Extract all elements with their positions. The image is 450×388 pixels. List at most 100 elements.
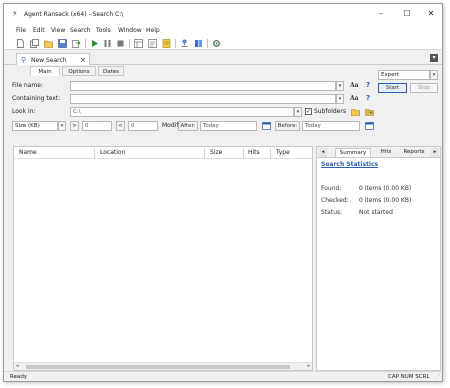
- column-header-type[interactable]: Type: [276, 149, 290, 156]
- book-icon[interactable]: [194, 39, 203, 48]
- menu-edit[interactable]: Edit: [33, 27, 45, 34]
- tab-options[interactable]: Options: [62, 66, 96, 76]
- preview-icon[interactable]: [148, 39, 157, 48]
- chevron-right-icon[interactable]: ▸: [431, 148, 439, 157]
- found-value: 0 items (0.00 KB): [359, 185, 412, 192]
- start-button[interactable]: Start: [378, 83, 407, 93]
- search-mode-panel: Expert ▾ Start Stop: [378, 66, 442, 96]
- status-value: Not started: [359, 209, 393, 216]
- app-logo-icon: ⚡: [12, 9, 18, 18]
- column-header-name[interactable]: Name: [19, 149, 37, 156]
- column-header-location[interactable]: Location: [100, 149, 125, 156]
- tab-main[interactable]: Main: [30, 66, 60, 76]
- pause-icon[interactable]: [103, 39, 112, 48]
- tab-hits[interactable]: Hits: [375, 148, 397, 157]
- title-bar: ⚡ Agent Ransack (x64) - Search C:\ – ☐ ✕: [4, 4, 442, 24]
- menu-view[interactable]: View: [51, 27, 65, 34]
- tab-summary[interactable]: Summary: [335, 148, 371, 157]
- options-icon[interactable]: [212, 39, 221, 48]
- chevron-down-icon[interactable]: ▾: [336, 94, 344, 104]
- save-icon[interactable]: [58, 39, 67, 48]
- resize-grip-icon[interactable]: ⋰: [434, 374, 440, 381]
- size-to-input[interactable]: 0: [128, 121, 158, 131]
- chevron-left-icon[interactable]: ◂: [319, 148, 327, 157]
- search-criteria-panel: Main Options Dates File name: ▾ Aa ? Con…: [12, 65, 376, 138]
- toolbar-separator: [129, 39, 130, 48]
- help-icon[interactable]: ?: [366, 81, 370, 89]
- report-icon[interactable]: [162, 39, 171, 48]
- size-operator-less[interactable]: <: [116, 121, 125, 131]
- size-from-input[interactable]: 0: [82, 121, 112, 131]
- results-list[interactable]: Name Location Size Hits Type ◂ ▸: [13, 146, 313, 371]
- help-icon[interactable]: ?: [366, 94, 370, 102]
- column-divider[interactable]: [204, 148, 205, 158]
- browse-folder-icon[interactable]: [351, 108, 360, 116]
- mode-select[interactable]: Expert: [378, 70, 430, 80]
- checked-value: 0 items (0.00 KB): [359, 197, 412, 204]
- file-name-label: File name:: [12, 82, 43, 89]
- match-case-button[interactable]: Aa: [350, 82, 359, 89]
- containing-text-input[interactable]: [70, 94, 336, 104]
- close-tab-icon[interactable]: ×: [80, 56, 86, 64]
- toolbar: [4, 36, 442, 50]
- status-bar: Ready CAP NUM SCRL ⋰: [4, 371, 442, 381]
- chevron-down-icon[interactable]: ▾: [294, 107, 302, 117]
- subfolders-label: Subfolders: [314, 108, 346, 115]
- status-ready-text: Ready: [10, 374, 28, 380]
- document-tab-strip: ⚲ New Search × ▾: [4, 51, 442, 65]
- menu-file[interactable]: File: [16, 27, 26, 34]
- play-icon[interactable]: [90, 39, 99, 48]
- chevron-down-icon[interactable]: ▾: [430, 70, 438, 80]
- toolbar-separator: [85, 39, 86, 48]
- toolbar-separator: [207, 39, 208, 48]
- close-button[interactable]: ✕: [424, 8, 438, 20]
- scroll-right-icon[interactable]: ▸: [307, 363, 310, 369]
- menu-help[interactable]: Help: [146, 27, 160, 34]
- window-title: Agent Ransack (x64) - Search C:\: [24, 11, 124, 18]
- column-divider[interactable]: [243, 148, 244, 158]
- chevron-down-icon[interactable]: ▾: [430, 54, 438, 62]
- stop-button[interactable]: Stop: [410, 83, 438, 93]
- layout-icon[interactable]: [134, 39, 143, 48]
- stop-icon[interactable]: [116, 39, 125, 48]
- column-header-size[interactable]: Size: [210, 149, 222, 156]
- after-date-input[interactable]: Today: [200, 121, 257, 131]
- column-divider[interactable]: [94, 148, 95, 158]
- scrollbar-thumb[interactable]: [26, 365, 290, 369]
- open-folder-icon[interactable]: [44, 39, 53, 48]
- chevron-down-icon[interactable]: ▾: [58, 121, 66, 131]
- file-name-input[interactable]: [70, 81, 336, 91]
- after-button[interactable]: After:: [178, 121, 198, 131]
- before-button[interactable]: Before:: [275, 121, 300, 131]
- new-document-icon[interactable]: [16, 39, 25, 48]
- horizontal-scrollbar[interactable]: ◂ ▸: [14, 362, 312, 370]
- export-icon[interactable]: [72, 39, 81, 48]
- tab-dates[interactable]: Dates: [98, 66, 124, 76]
- size-operator-greater[interactable]: >: [70, 121, 79, 131]
- column-divider[interactable]: [270, 148, 271, 158]
- menu-window[interactable]: Window: [118, 27, 142, 34]
- scroll-left-icon[interactable]: ◂: [16, 363, 19, 369]
- minimize-button[interactable]: –: [374, 8, 388, 20]
- checked-label: Checked:: [321, 197, 349, 204]
- look-in-input[interactable]: C:\: [70, 107, 294, 117]
- tab-new-search[interactable]: ⚲ New Search ×: [16, 53, 90, 65]
- size-select[interactable]: Size (KB): [12, 121, 58, 131]
- network-icon[interactable]: [180, 39, 189, 48]
- before-date-input[interactable]: Today: [302, 121, 360, 131]
- column-header-hits[interactable]: Hits: [248, 149, 260, 156]
- match-case-button[interactable]: Aa: [350, 95, 359, 102]
- calendar-icon[interactable]: [365, 122, 374, 130]
- maximize-button[interactable]: ☐: [400, 8, 414, 20]
- add-folder-icon[interactable]: [365, 108, 374, 116]
- subfolders-checkbox[interactable]: ✓: [305, 108, 312, 115]
- summary-panel: ◂ Summary Hits Reports ▸ Search Statisti…: [316, 146, 441, 371]
- menu-search[interactable]: Search: [70, 27, 91, 34]
- menu-tools[interactable]: Tools: [96, 27, 111, 34]
- calendar-icon[interactable]: [262, 122, 271, 130]
- chevron-down-icon[interactable]: ▾: [336, 81, 344, 91]
- menu-bar: File Edit View Search Tools Window Help: [4, 24, 442, 36]
- tab-reports[interactable]: Reports: [401, 148, 427, 157]
- new-search-icon[interactable]: [30, 39, 39, 48]
- containing-text-label: Containing text:: [12, 95, 61, 102]
